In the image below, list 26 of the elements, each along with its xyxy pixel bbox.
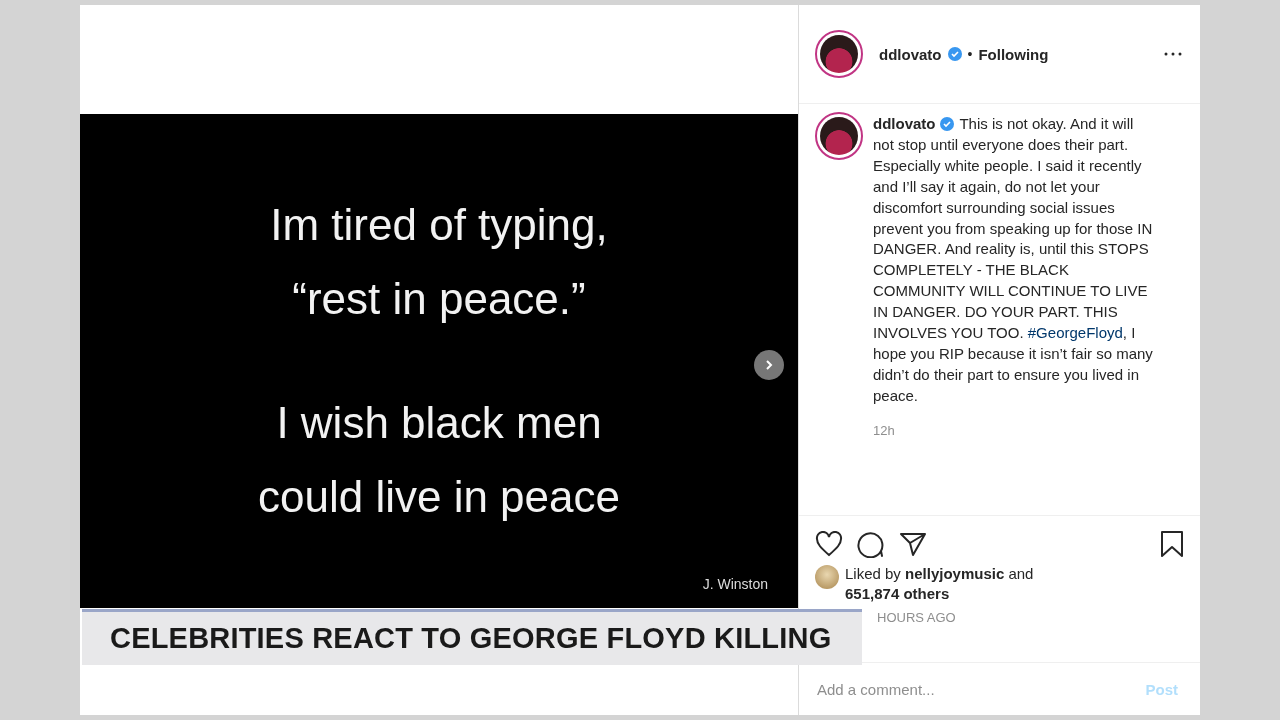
more-options-icon[interactable]	[1164, 52, 1182, 56]
comment-time: 12h	[873, 422, 895, 438]
likes-text: Liked by nellyjoymusic and 651,874 others	[845, 564, 1035, 604]
comment-icon[interactable]	[857, 530, 885, 558]
post-image-text: Im tired of typing,	[270, 199, 608, 251]
liker-avatar[interactable]	[815, 565, 839, 589]
heart-icon[interactable]	[815, 531, 843, 557]
comment-field[interactable]: Add a comment...	[815, 679, 1140, 699]
post-time: HOURS AGO	[876, 609, 956, 625]
image-credit: J. Winston	[702, 576, 768, 592]
username-link[interactable]: ddlovato	[873, 115, 936, 132]
post-image-text: I wish black men	[276, 397, 602, 449]
following-button[interactable]: Following	[978, 45, 1049, 63]
username-link[interactable]: ddlovato	[879, 45, 942, 63]
chevron-right-icon	[763, 359, 775, 371]
separator-dot: •	[967, 46, 973, 62]
headline: CELEBRITIES REACT TO GEORGE FLOYD KILLING	[110, 622, 832, 655]
avatar[interactable]	[815, 30, 863, 78]
hashtag-link[interactable]: #GeorgeFloyd	[1027, 324, 1123, 342]
next-button[interactable]	[754, 350, 784, 380]
avatar[interactable]	[815, 112, 863, 160]
bookmark-icon[interactable]	[1160, 530, 1184, 558]
post-image-text: “rest in peace.”	[292, 273, 586, 325]
caption-text: ddlovato This is not okay. And it will not stop until everyone does their part. Especially white people. I said it recently and I’ll say it again, do not let your discomfort surrounding social issues prevent you from speaking up for those IN DANGER. And reality is, until this STOPS COMPLETELY - THE BLACK COMMUNITY WILL CONTINUE TO LIVE IN DANGER. DO YOUR PART. THIS INVOLVES YOU TOO. #GeorgeFloyd, I hope you RIP because it isn’t fair so many didn’t do their part to ensure you lived in peace.	[873, 114, 1154, 406]
send-icon[interactable]	[899, 531, 927, 557]
post-image-text: could live in peace	[258, 471, 620, 523]
